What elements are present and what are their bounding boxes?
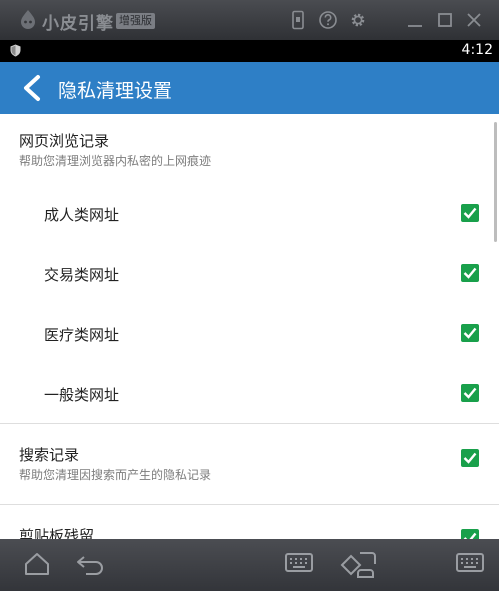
maximize-icon[interactable] (435, 10, 455, 30)
app-name: 小皮引擎 (42, 14, 114, 34)
list-item-adult-sites[interactable]: 成人类网址 (0, 192, 499, 232)
item-label: 成人类网址 (44, 206, 120, 224)
emulator-titlebar: 小皮引擎 增强版 (0, 0, 499, 40)
section-title: 搜索记录 (19, 446, 80, 464)
section-subtitle: 帮助您清理因搜索而产生的隐私记录 (19, 468, 212, 482)
list-item-medical-sites[interactable]: 医疗类网址 (0, 312, 499, 352)
help-icon[interactable] (318, 10, 338, 30)
page-title: 隐私清理设置 (58, 80, 173, 102)
section-title: 剪贴板残留 (19, 527, 95, 539)
checkbox-trade-sites[interactable] (461, 264, 479, 282)
logo-icon (21, 10, 35, 29)
status-time: 4:12 (461, 42, 493, 58)
check-icon (463, 327, 477, 339)
list-item-general-sites[interactable]: 一般类网址 (0, 372, 499, 412)
checkbox-adult-sites[interactable] (461, 204, 479, 222)
settings-icon[interactable] (348, 10, 368, 30)
section-web-history: 网页浏览记录 帮助您清理浏览器内私密的上网痕迹 (0, 114, 499, 176)
section-search-history[interactable]: 搜索记录 帮助您清理因搜索而产生的隐私记录 (0, 424, 499, 504)
check-icon (463, 452, 477, 464)
check-icon (463, 532, 477, 539)
section-title: 网页浏览记录 (19, 132, 110, 150)
edition-badge: 增强版 (116, 13, 155, 29)
settings-list: 网页浏览记录 帮助您清理浏览器内私密的上网痕迹 成人类网址 交易类网址 医疗类网… (0, 114, 499, 539)
check-icon (463, 387, 477, 399)
home-icon[interactable] (22, 549, 52, 579)
back-arrow-icon[interactable] (18, 74, 46, 102)
shield-icon (10, 44, 21, 57)
minimize-icon[interactable] (405, 10, 425, 30)
check-icon (463, 207, 477, 219)
checkbox-general-sites[interactable] (461, 384, 479, 402)
rotate-icon[interactable] (338, 549, 380, 583)
app-bar: 隐私清理设置 (0, 62, 499, 114)
check-icon (463, 267, 477, 279)
back-icon[interactable] (74, 549, 108, 579)
item-label: 医疗类网址 (44, 326, 120, 344)
item-label: 交易类网址 (44, 266, 120, 284)
section-subtitle: 帮助您清理浏览器内私密的上网痕迹 (19, 154, 212, 168)
checkbox-medical-sites[interactable] (461, 324, 479, 342)
status-bar: 4:12 (0, 40, 499, 62)
item-label: 一般类网址 (44, 386, 120, 404)
phone-icon[interactable] (288, 10, 308, 30)
section-clipboard[interactable]: 剪贴板残留 (0, 505, 499, 539)
keyboard-mapping-icon[interactable] (455, 549, 485, 579)
checkbox-search-history[interactable] (461, 449, 479, 467)
nav-bar (0, 539, 499, 591)
checkbox-clipboard[interactable] (461, 529, 479, 539)
close-icon[interactable] (464, 10, 484, 30)
list-item-trade-sites[interactable]: 交易类网址 (0, 252, 499, 292)
keyboard-icon[interactable] (284, 549, 314, 579)
